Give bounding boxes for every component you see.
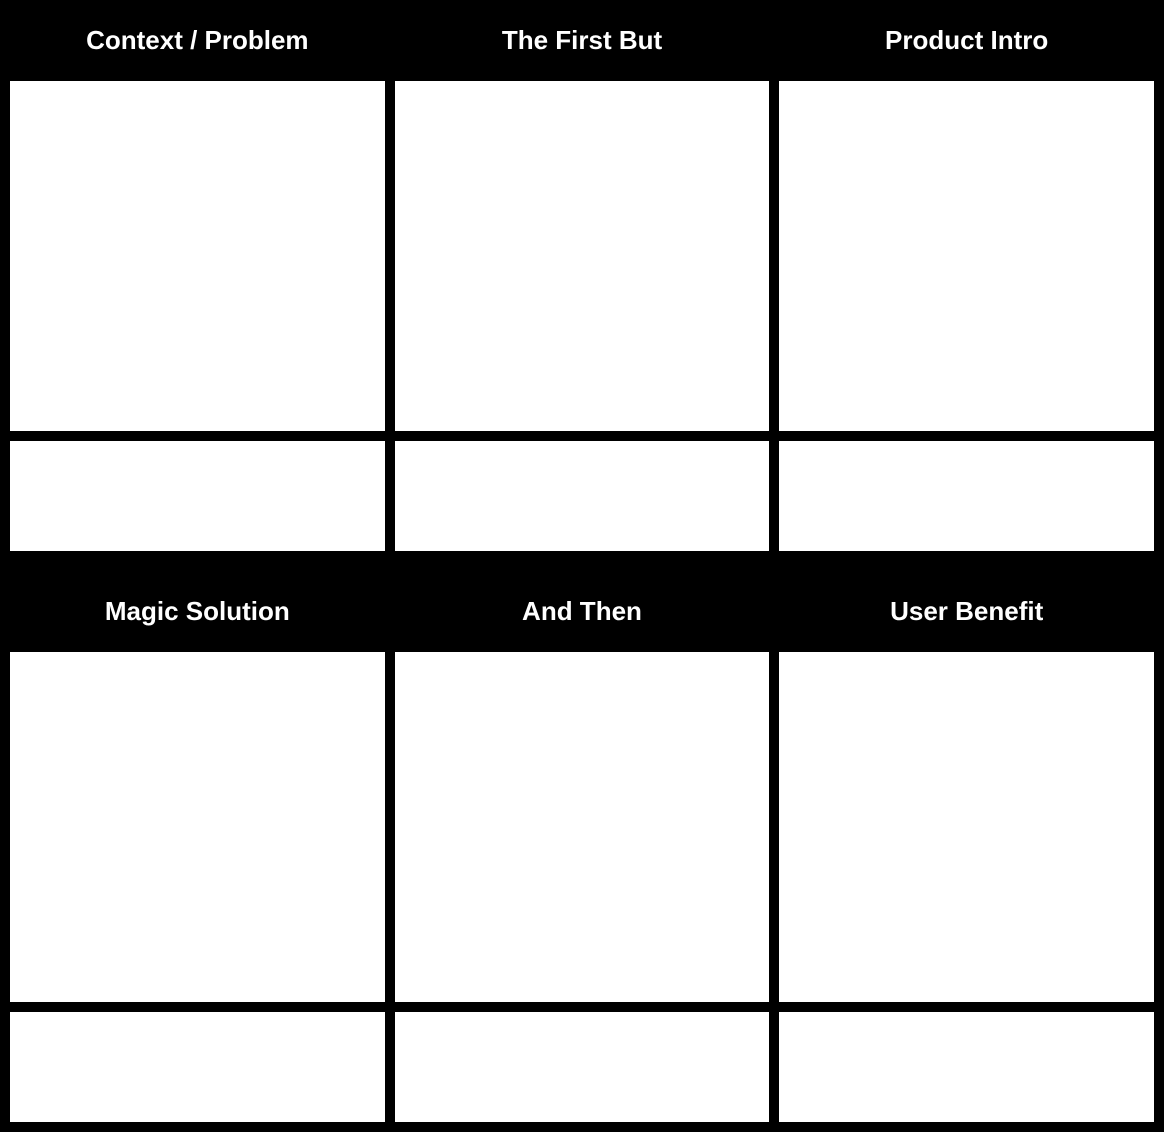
sub-panel-product-intro — [779, 441, 1154, 551]
header-product-intro: Product Intro — [779, 10, 1154, 71]
main-panel-product-intro — [779, 81, 1154, 431]
grid-row-1: Context / Problem The First But Product … — [0, 0, 1164, 561]
page-wrapper: Context / Problem The First But Product … — [0, 0, 1164, 1132]
main-panel-first-but — [395, 81, 770, 431]
main-panel-user-benefit — [779, 652, 1154, 1002]
column-context-problem: Context / Problem — [10, 10, 385, 551]
header-user-benefit: User Benefit — [779, 581, 1154, 642]
grid-row-2: Magic Solution And Then User Benefit — [0, 571, 1164, 1132]
sub-panel-first-but — [395, 441, 770, 551]
main-panel-and-then — [395, 652, 770, 1002]
header-and-then: And Then — [395, 581, 770, 642]
column-magic-solution: Magic Solution — [10, 581, 385, 1122]
column-product-intro: Product Intro — [779, 10, 1154, 551]
column-user-benefit: User Benefit — [779, 581, 1154, 1122]
main-panel-context-problem — [10, 81, 385, 431]
main-panel-magic-solution — [10, 652, 385, 1002]
column-and-then: And Then — [395, 581, 770, 1122]
sub-panel-context-problem — [10, 441, 385, 551]
header-first-but: The First But — [395, 10, 770, 71]
header-context-problem: Context / Problem — [10, 10, 385, 71]
sub-panel-and-then — [395, 1012, 770, 1122]
sub-panel-user-benefit — [779, 1012, 1154, 1122]
sub-panel-magic-solution — [10, 1012, 385, 1122]
column-first-but: The First But — [395, 10, 770, 551]
header-magic-solution: Magic Solution — [10, 581, 385, 642]
